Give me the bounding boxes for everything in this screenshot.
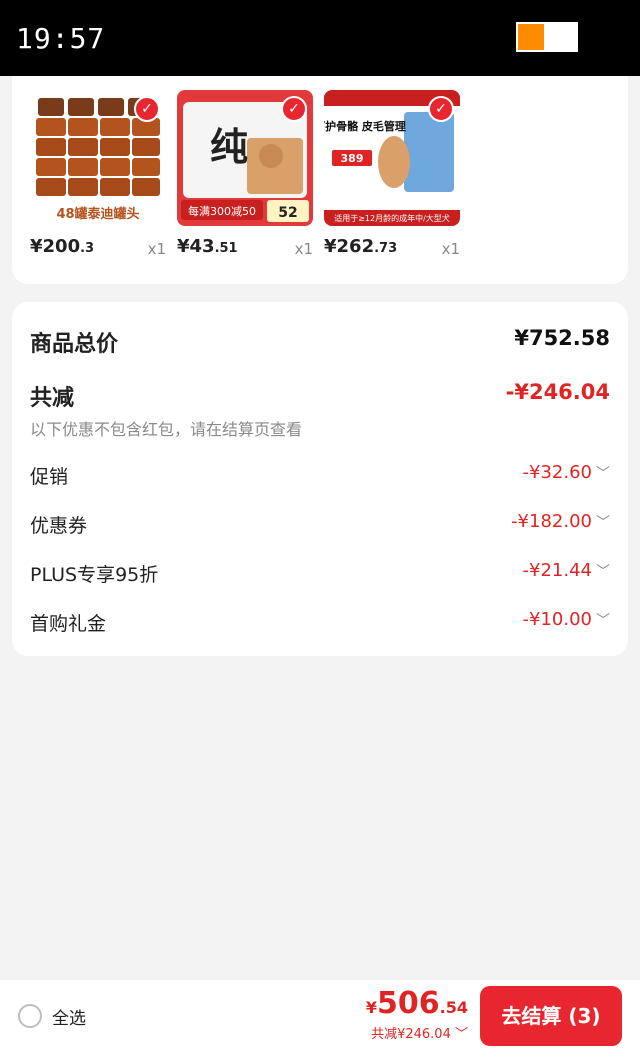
line-label: 促销 [30, 466, 69, 488]
discount-row: 共减 -¥246.04 [30, 380, 610, 411]
line-label: 优惠券 [30, 515, 88, 537]
checkout-bar: 全选 ¥506.54 共减¥246.04 ﹀ 去结算 (3) [0, 980, 640, 1064]
chevron-down-icon[interactable]: ﹀ [596, 466, 610, 482]
discount-note: 以下优惠不包含红包，请在结算页查看 [30, 420, 303, 439]
line-label: PLUS专享95折 [30, 564, 159, 586]
total-value: ¥752.58 [514, 326, 610, 350]
promo-line-promotion[interactable]: 促销 -¥32.60 ﹀ [30, 462, 610, 488]
product-image-caption: 48罐泰迪罐头 [56, 206, 139, 222]
promo-line-coupon[interactable]: 优惠券 -¥182.00 ﹀ [30, 511, 610, 537]
product-qty: x1 [147, 240, 166, 258]
product-image-badge: 每满300减50 [188, 204, 256, 218]
chevron-down-icon[interactable]: ﹀ [451, 1027, 468, 1042]
product-image-footer: 适用于≥12月龄的成年中/大型犬 [334, 213, 450, 223]
product-image-caption: 呵护骨骼 皮毛管理 [324, 119, 406, 133]
discount-label: 共减 [30, 386, 75, 411]
product-price: ¥200.3 [30, 236, 95, 257]
status-bar: 19:57 [0, 0, 640, 76]
product-qty: x1 [294, 240, 313, 258]
product-thumbnail[interactable]: 48罐泰迪罐头 ✓ [30, 90, 166, 226]
promo-line-plus[interactable]: PLUS专享95折 -¥21.44 ﹀ [30, 560, 610, 586]
check-icon[interactable]: ✓ [281, 96, 307, 122]
chevron-down-icon[interactable]: ﹀ [596, 613, 610, 629]
discount-note-row: 以下优惠不包含红包，请在结算页查看 [30, 416, 610, 439]
line-label: 首购礼金 [30, 613, 107, 635]
total-row: 商品总价 ¥752.58 [30, 326, 610, 357]
chevron-down-icon[interactable]: ﹀ [596, 515, 610, 531]
select-all-label[interactable]: 全选 [52, 1004, 86, 1029]
check-icon[interactable]: ✓ [428, 96, 454, 122]
total-label: 商品总价 [30, 332, 119, 357]
status-time: 19:57 [16, 22, 106, 55]
product-item-3[interactable]: 呵护骨骼 皮毛管理 389 适用于≥12月龄的成年中/大型犬 ✓ ¥262.73… [324, 90, 460, 258]
price-summary-card: 商品总价 ¥752.58 共减 -¥246.04 以下优惠不包含红包，请在结算页… [12, 302, 628, 656]
product-price: ¥262.73 [324, 236, 398, 257]
product-thumbnail[interactable]: 呵护骨骼 皮毛管理 389 适用于≥12月龄的成年中/大型犬 ✓ [324, 90, 460, 226]
final-discount[interactable]: 共减¥246.04 ﹀ [371, 1023, 468, 1042]
product-item-2[interactable]: 纯 每满300减50 52 ✓ ¥43.51 x1 [177, 90, 313, 258]
battery-level [518, 24, 545, 50]
promo-line-first-purchase[interactable]: 首购礼金 -¥10.00 ﹀ [30, 609, 610, 635]
battery-icon [516, 22, 578, 52]
check-icon[interactable]: ✓ [134, 96, 160, 122]
chevron-down-icon[interactable]: ﹀ [596, 564, 610, 580]
product-qty: x1 [441, 240, 460, 258]
line-value: -¥182.00 [511, 511, 592, 532]
final-price: ¥506.54 [365, 986, 468, 1021]
product-thumbnail[interactable]: 纯 每满300减50 52 ✓ [177, 90, 313, 226]
product-image-caption: 纯 [210, 125, 248, 169]
line-value: -¥32.60 [522, 462, 592, 483]
line-value: -¥10.00 [522, 609, 592, 630]
product-price: ¥43.51 [177, 236, 238, 257]
product-item-1[interactable]: 48罐泰迪罐头 ✓ ¥200.3 x1 [30, 90, 166, 258]
line-value: -¥21.44 [522, 560, 592, 581]
select-all-checkbox[interactable] [18, 1004, 42, 1028]
discount-value: -¥246.04 [505, 380, 610, 404]
checkout-button[interactable]: 去结算 (3) [480, 986, 622, 1046]
product-list-card: 48罐泰迪罐头 ✓ ¥200.3 x1 纯 每满300减50 52 ✓ ¥43.… [12, 76, 628, 284]
product-image-price: 52 [278, 205, 297, 221]
product-image-price: 389 [341, 152, 364, 165]
